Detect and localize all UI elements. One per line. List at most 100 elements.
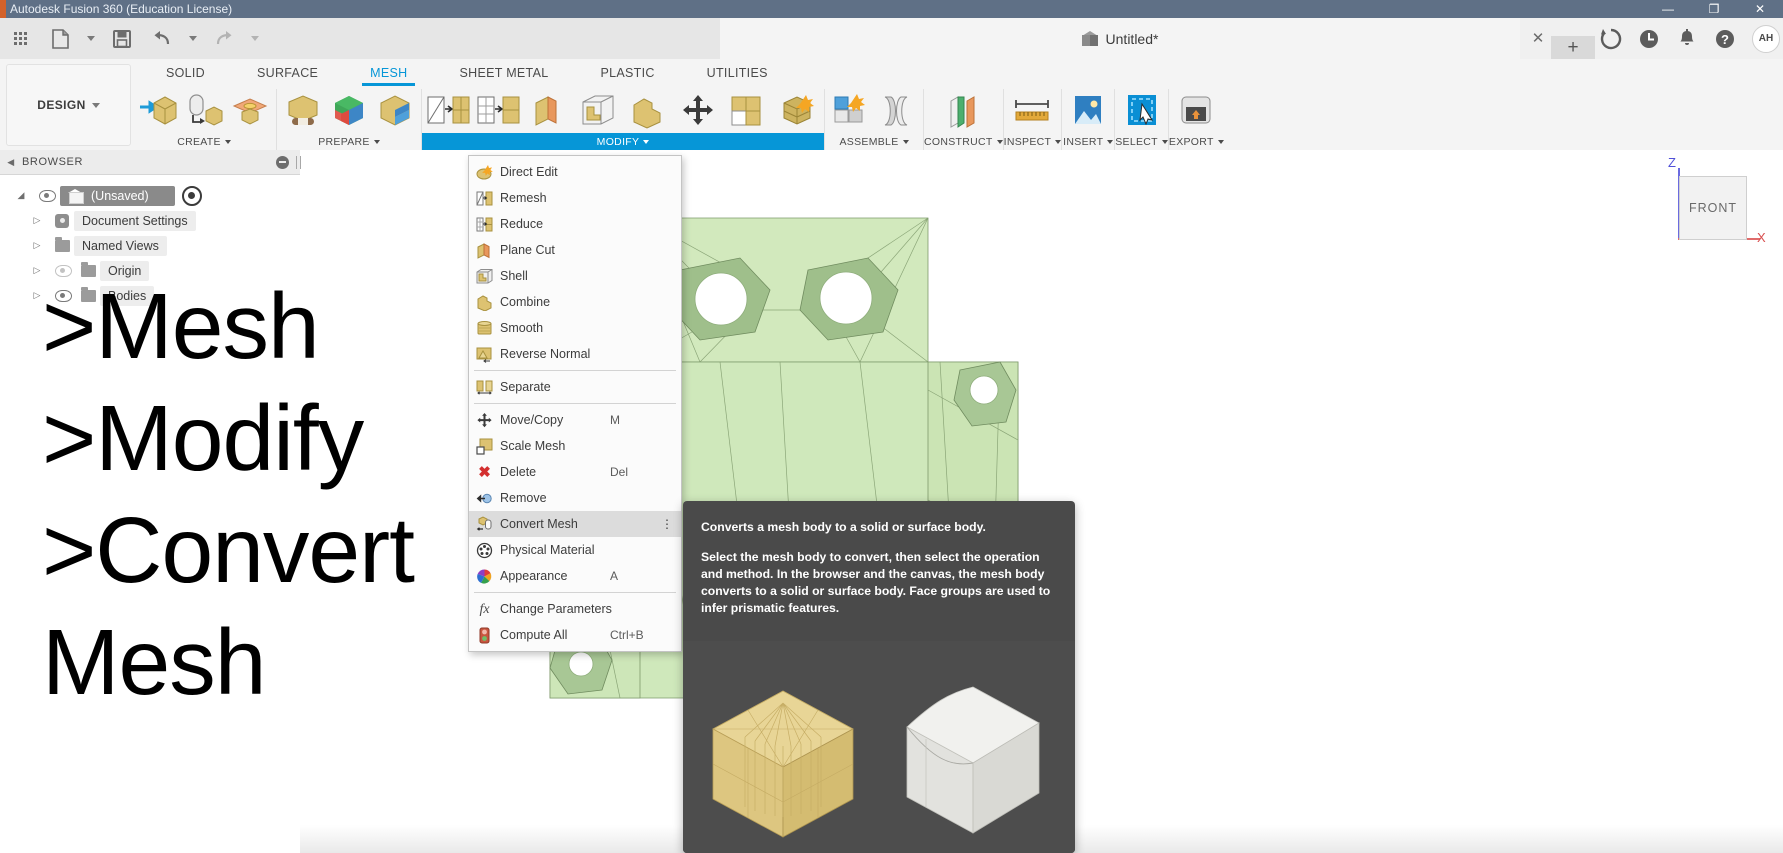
menu-item-appearance[interactable]: Appearance A: [469, 563, 681, 589]
menu-item-reduce[interactable]: Reduce: [469, 211, 681, 237]
panel-label-construct[interactable]: CONSTRUCT: [924, 133, 1003, 150]
menu-item-physical-material[interactable]: Physical Material: [469, 537, 681, 563]
job-status-icon[interactable]: [1600, 28, 1622, 50]
visibility-eye-icon[interactable]: [34, 189, 60, 202]
menu-item-separate[interactable]: Separate: [469, 374, 681, 400]
tab-sheet-metal[interactable]: SHEET METAL: [433, 62, 574, 86]
collapse-icon[interactable]: ◀: [0, 157, 22, 168]
save-icon[interactable]: [102, 18, 142, 59]
browser-resize-handle[interactable]: [296, 155, 301, 169]
menu-item-overflow-icon[interactable]: ⋮: [661, 518, 673, 530]
tab-surface[interactable]: SURFACE: [231, 62, 344, 86]
menu-shortcut: A: [610, 569, 619, 583]
panel-export: EXPORT: [1169, 89, 1224, 150]
tab-utilities[interactable]: UTILITIES: [681, 62, 794, 86]
new-file-icon[interactable]: [40, 18, 80, 59]
measure-icon[interactable]: [1010, 91, 1054, 131]
menu-item-convert-mesh[interactable]: Convert Mesh ⋮: [469, 511, 681, 537]
help-icon[interactable]: ?: [1714, 28, 1736, 50]
expand-arrow-icon[interactable]: ▷: [24, 240, 50, 251]
maximize-button[interactable]: ❐: [1691, 0, 1737, 18]
browser-header: ◀ BROWSER: [0, 150, 301, 175]
tooltip-body: Select the mesh body to convert, then se…: [701, 550, 1051, 615]
menu-item-delete[interactable]: ✖ Delete Del: [469, 459, 681, 485]
view-cube-face[interactable]: FRONT: [1679, 176, 1747, 240]
combine-tool-icon[interactable]: [626, 91, 670, 131]
menu-item-plane-cut[interactable]: Plane Cut: [469, 237, 681, 263]
app-grid-icon[interactable]: [0, 18, 40, 59]
folder-icon: [50, 236, 74, 252]
panel-label-assemble[interactable]: ASSEMBLE: [825, 133, 923, 150]
prepare-split-icon[interactable]: [373, 91, 417, 131]
recent-activity-icon[interactable]: [1638, 28, 1660, 50]
mesh-section-icon[interactable]: [228, 91, 272, 131]
view-cube[interactable]: Z X FRONT: [1653, 155, 1766, 248]
redo-icon[interactable]: [204, 18, 244, 59]
panel-construct: CONSTRUCT: [924, 89, 1004, 150]
menu-item-shell[interactable]: Shell: [469, 263, 681, 289]
panel-label-prepare[interactable]: PREPARE: [277, 133, 421, 150]
minimize-button[interactable]: —: [1645, 0, 1691, 18]
menu-item-direct-edit[interactable]: Direct Edit: [469, 159, 681, 185]
close-icon[interactable]: ✕: [1529, 30, 1547, 48]
window-controls[interactable]: — ❐ ✕: [1645, 0, 1783, 18]
panel-label-inspect[interactable]: INSPECT: [1004, 133, 1062, 150]
notifications-icon[interactable]: [1676, 28, 1698, 50]
tree-item-unsaved[interactable]: ◢ (Unsaved): [0, 183, 300, 208]
tree-item-document-settings[interactable]: ▷ Document Settings: [0, 208, 300, 233]
document-tab[interactable]: Untitled*: [720, 18, 1520, 59]
reduce-tool-icon[interactable]: [476, 91, 520, 131]
redo-dropdown-icon[interactable]: [244, 18, 266, 59]
tree-item-named-views[interactable]: ▷ Named Views: [0, 233, 300, 258]
new-file-dropdown-icon[interactable]: [80, 18, 102, 59]
menu-item-remove[interactable]: Remove: [469, 485, 681, 511]
select-tool-icon[interactable]: [1120, 91, 1164, 131]
window-titlebar: Autodesk Fusion 360 (Education License) …: [0, 0, 1783, 18]
combine-icon: [476, 294, 493, 312]
assemble-extra-icon[interactable]: [726, 91, 770, 131]
close-button[interactable]: ✕: [1737, 0, 1783, 18]
menu-item-combine[interactable]: Combine: [469, 289, 681, 315]
menu-item-smooth[interactable]: Smooth: [469, 315, 681, 341]
menu-item-reverse-normal[interactable]: Reverse Normal: [469, 341, 681, 367]
create-mesh-icon[interactable]: [136, 91, 180, 131]
prepare-base-icon[interactable]: [281, 91, 325, 131]
construct-plane-icon[interactable]: [941, 91, 985, 131]
expand-arrow-icon[interactable]: ▷: [24, 215, 50, 226]
quick-access-toolbar: [0, 18, 720, 59]
menu-item-remesh[interactable]: Remesh: [469, 185, 681, 211]
joint-icon[interactable]: [875, 91, 919, 131]
toolbar-right-icons: ? AH: [1600, 18, 1780, 59]
browser-minimize-icon[interactable]: [276, 155, 289, 169]
bravo-create-icon[interactable]: [182, 91, 226, 131]
remesh-tool-icon[interactable]: [426, 91, 470, 131]
export-icon[interactable]: [1174, 91, 1218, 131]
workspace-switcher-button[interactable]: DESIGN: [6, 64, 131, 146]
panel-label-export[interactable]: EXPORT: [1169, 133, 1224, 150]
shell-tool-icon[interactable]: [576, 91, 620, 131]
panel-label-modify[interactable]: MODIFY: [422, 133, 824, 150]
menu-item-move-copy[interactable]: Move/Copy M: [469, 407, 681, 433]
expand-arrow-icon[interactable]: ◢: [8, 190, 34, 201]
activate-component-icon[interactable]: [181, 185, 202, 206]
menu-item-change-parameters[interactable]: fx Change Parameters: [469, 596, 681, 622]
convert-mesh-tool-icon[interactable]: [776, 91, 820, 131]
undo-icon[interactable]: [142, 18, 182, 59]
panel-label-create[interactable]: CREATE: [132, 133, 276, 150]
panel-label-insert[interactable]: INSERT: [1062, 133, 1114, 150]
new-tab-button[interactable]: +: [1551, 36, 1595, 59]
tab-plastic[interactable]: PLASTIC: [574, 62, 680, 86]
menu-item-compute-all[interactable]: Compute All Ctrl+B: [469, 622, 681, 648]
menu-item-scale-mesh[interactable]: Scale Mesh: [469, 433, 681, 459]
modify-dropdown-menu[interactable]: Direct Edit Remesh Reduce Plane Cut Shel…: [468, 155, 682, 652]
tab-solid[interactable]: SOLID: [140, 62, 231, 86]
tab-mesh[interactable]: MESH: [344, 62, 433, 86]
plane-cut-tool-icon[interactable]: [526, 91, 570, 131]
undo-dropdown-icon[interactable]: [182, 18, 204, 59]
prepare-segment-icon[interactable]: [327, 91, 371, 131]
insert-image-icon[interactable]: [1066, 91, 1110, 131]
new-component-icon[interactable]: [829, 91, 873, 131]
avatar[interactable]: AH: [1752, 24, 1780, 53]
move-copy-tool-icon[interactable]: [676, 91, 720, 131]
panel-label-select[interactable]: SELECT: [1115, 133, 1168, 150]
